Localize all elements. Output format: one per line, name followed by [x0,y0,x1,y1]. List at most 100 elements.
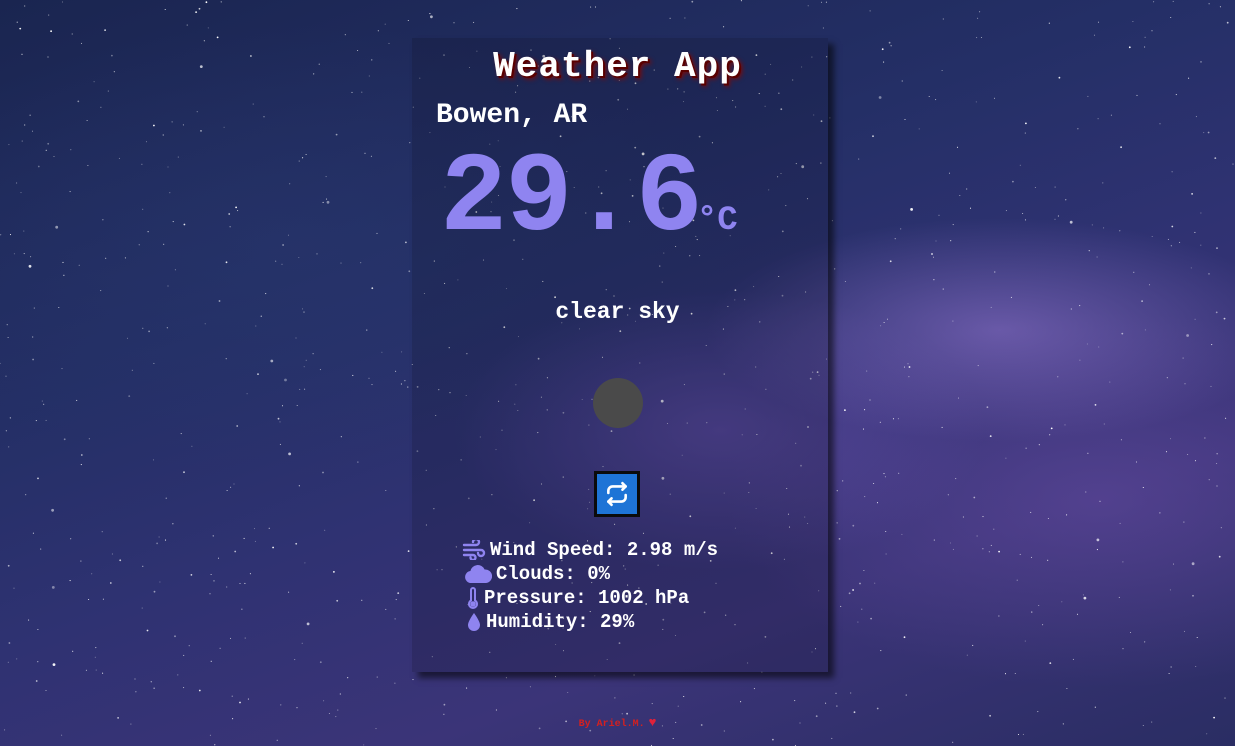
star [16,182,18,184]
star [677,705,679,707]
star [1135,461,1138,463]
star [1017,733,1020,736]
star [873,482,875,485]
star [993,528,995,530]
star [37,165,40,168]
star [1048,22,1050,24]
star [852,589,854,591]
star [1179,241,1181,243]
star [1069,220,1073,224]
star [633,674,635,676]
star [947,494,949,496]
star [949,542,952,544]
star [142,565,144,567]
star [325,176,327,178]
star [254,540,256,542]
star [1216,453,1218,455]
star [128,395,131,397]
star [101,531,103,533]
star [95,647,97,649]
star [104,29,106,31]
star [894,238,896,240]
star [263,116,265,118]
star [1102,182,1104,184]
star [191,445,193,447]
star [1132,20,1134,23]
star [1103,423,1105,425]
star [412,679,414,681]
star [1022,733,1024,735]
star [244,582,246,584]
star [339,693,341,695]
star [257,373,259,375]
star [1129,631,1132,634]
star [229,226,231,228]
star [683,695,685,698]
star [268,527,270,529]
star [880,650,882,652]
star [1019,553,1021,555]
refresh-icon [607,481,627,507]
star [969,207,972,209]
star [859,582,861,585]
star [1030,556,1033,558]
star [100,290,102,292]
star [304,388,306,390]
star [1057,376,1059,378]
star [1099,500,1101,502]
temperature-display: 29.6°C [440,140,738,260]
star [1091,224,1093,226]
star [669,17,671,19]
star [1025,447,1027,449]
star [979,11,981,13]
star [340,436,342,438]
star [322,471,324,474]
star [177,156,179,158]
star [684,17,686,19]
star [942,18,944,20]
star [100,106,102,108]
star [976,37,978,39]
star [892,418,895,420]
star [21,140,23,142]
star [28,619,30,621]
star [298,160,300,162]
star [1119,230,1121,232]
star [955,478,957,480]
star [7,564,10,567]
star [1120,439,1122,441]
star [1151,30,1153,32]
star [1226,21,1229,24]
star [217,557,220,559]
star [142,327,144,329]
credit-text: By Ariel.M. [578,719,645,730]
star [836,705,838,707]
star [989,435,992,437]
star [226,586,228,588]
star [80,454,83,456]
star [1066,514,1068,516]
star [41,400,43,402]
star [1151,235,1153,238]
star [118,157,120,159]
droplet-icon [466,612,482,632]
star [1047,517,1049,520]
star [1038,444,1040,446]
star [941,426,943,428]
humidity-text: Humidity: 29% [486,611,635,633]
star [87,164,89,167]
star [901,533,903,535]
star [772,738,774,741]
star [1122,561,1124,563]
star [316,253,318,255]
star [852,524,855,527]
star [651,703,653,705]
refresh-button[interactable] [594,471,640,517]
star [952,224,954,226]
star [1194,231,1196,233]
star [111,553,113,555]
star [863,569,865,572]
star [1087,95,1089,97]
star [288,591,290,593]
star [209,593,211,595]
